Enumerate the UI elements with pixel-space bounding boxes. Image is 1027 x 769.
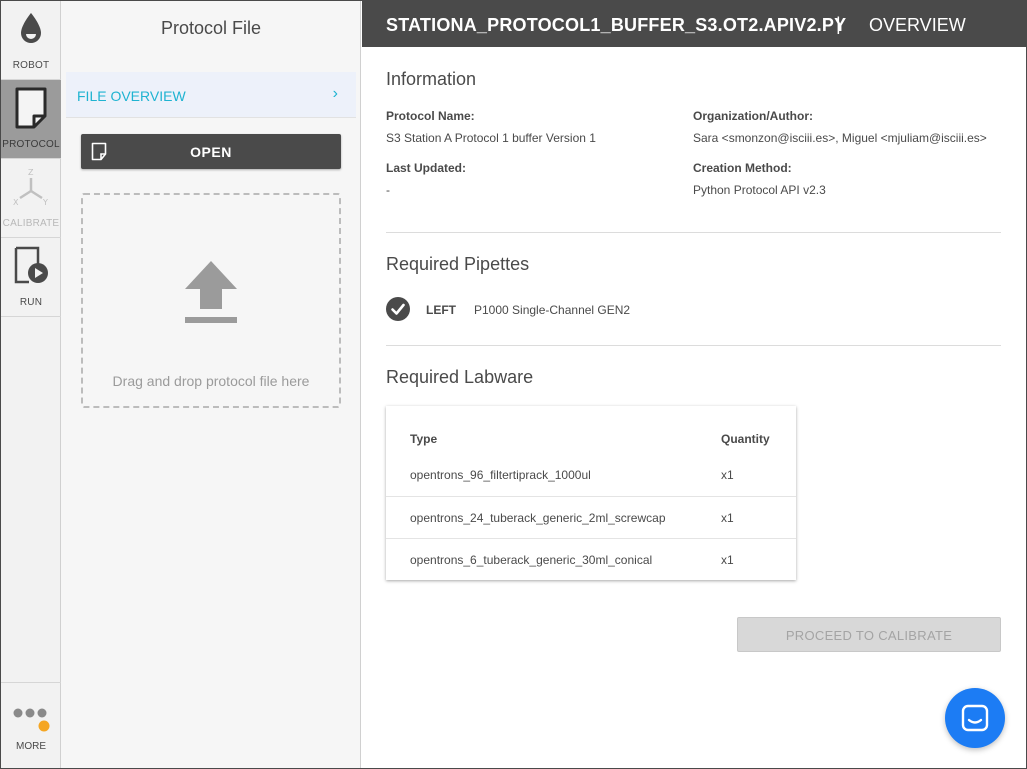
title-bar: STATIONA_PROTOCOL1_BUFFER_S3.OT2.APIV2.P… [362, 1, 1026, 47]
nav-label-protocol: PROTOCOL [2, 139, 60, 150]
upload-icon [185, 261, 237, 323]
open-button[interactable]: OPEN [81, 134, 341, 169]
section-divider [386, 345, 1001, 346]
chevron-right-icon: › [332, 85, 338, 102]
protocol-name-value: S3 Station A Protocol 1 buffer Version 1 [386, 131, 596, 145]
nav-label-more: MORE [16, 741, 46, 752]
pipette-mount: LEFT [426, 303, 456, 317]
svg-text:Z: Z [28, 168, 34, 177]
nav-label-robot: ROBOT [12, 60, 50, 71]
pipette-model: P1000 Single-Channel GEN2 [474, 303, 631, 317]
file-overview-label: FILE OVERVIEW [77, 88, 186, 104]
table-row: opentrons_24_tuberack_generic_2ml_screwc… [386, 496, 796, 538]
section-divider [386, 232, 1001, 233]
more-dots-icon [13, 708, 50, 732]
creation-method-label: Creation Method: [693, 161, 792, 175]
proceed-button-label: PROCEED TO CALIBRATE [785, 628, 953, 643]
left-nav: ROBOT PROTOCOL Z X Y CALIBRATE RUN MORE [1, 1, 61, 768]
labware-type: opentrons_96_filtertiprack_1000ul [410, 468, 591, 482]
calibrate-axes-icon: Z X Y [13, 168, 48, 207]
title-separator: | [836, 14, 841, 34]
labware-quantity: x1 [721, 468, 734, 482]
svg-text:Y: Y [42, 198, 48, 207]
protocol-file-panel: Protocol File FILE OVERVIEW › OPEN Drag … [61, 1, 361, 768]
proceed-to-calibrate-button[interactable]: PROCEED TO CALIBRATE [737, 617, 1001, 652]
run-icon [14, 246, 48, 284]
labware-quantity: x1 [721, 511, 734, 525]
nav-item-calibrate[interactable]: Z X Y CALIBRATE [1, 159, 61, 238]
file-overview-link[interactable]: FILE OVERVIEW › [66, 72, 356, 118]
nav-item-run[interactable]: RUN [1, 238, 61, 317]
protocol-filename: STATIONA_PROTOCOL1_BUFFER_S3.OT2.APIV2.P… [386, 15, 847, 35]
nav-label-calibrate: CALIBRATE [2, 218, 60, 229]
labware-quantity: x1 [721, 553, 734, 567]
notification-badge [38, 720, 50, 732]
nav-label-run: RUN [19, 297, 43, 308]
table-row: opentrons_6_tuberack_generic_30ml_conica… [386, 538, 796, 580]
dropzone-text: Drag and drop protocol file here [112, 373, 310, 389]
author-label: Organization/Author: [693, 109, 813, 123]
table-header: Type Quantity [386, 430, 796, 450]
nav-item-protocol[interactable]: PROTOCOL [1, 80, 61, 159]
labware-heading: Required Labware [386, 367, 534, 387]
robot-icon [21, 13, 41, 43]
creation-method-value: Python Protocol API v2.3 [693, 183, 826, 197]
column-header-type: Type [410, 432, 438, 446]
labware-type: opentrons_6_tuberack_generic_30ml_conica… [410, 553, 653, 567]
nav-item-more[interactable]: MORE [1, 682, 61, 768]
author-value: Sara <smonzon@isciii.es>, Miguel <mjulia… [693, 131, 987, 145]
overview-content: Information Protocol Name: S3 Station A … [362, 47, 1026, 768]
labware-type: opentrons_24_tuberack_generic_2ml_screwc… [410, 511, 666, 525]
table-row: opentrons_96_filtertiprack_1000ul x1 [386, 454, 796, 496]
pipettes-heading: Required Pipettes [386, 254, 530, 274]
labware-table: Type Quantity opentrons_96_filtertiprack… [386, 406, 796, 580]
check-circle-icon [386, 297, 410, 321]
file-dropzone[interactable]: Drag and drop protocol file here [81, 193, 341, 408]
column-header-quantity: Quantity [721, 432, 770, 446]
protocol-file-icon [15, 87, 47, 129]
nav-item-robot[interactable]: ROBOT [1, 1, 61, 80]
chat-launcher-button[interactable] [945, 688, 1005, 748]
information-heading: Information [386, 69, 477, 89]
last-updated-label: Last Updated: [386, 161, 467, 175]
view-name: OVERVIEW [869, 15, 966, 35]
panel-title: Protocol File [160, 18, 262, 38]
svg-text:X: X [13, 198, 19, 207]
chat-icon [961, 704, 989, 732]
protocol-name-label: Protocol Name: [386, 109, 475, 123]
last-updated-value: - [386, 183, 390, 197]
open-button-label: OPEN [190, 144, 232, 160]
